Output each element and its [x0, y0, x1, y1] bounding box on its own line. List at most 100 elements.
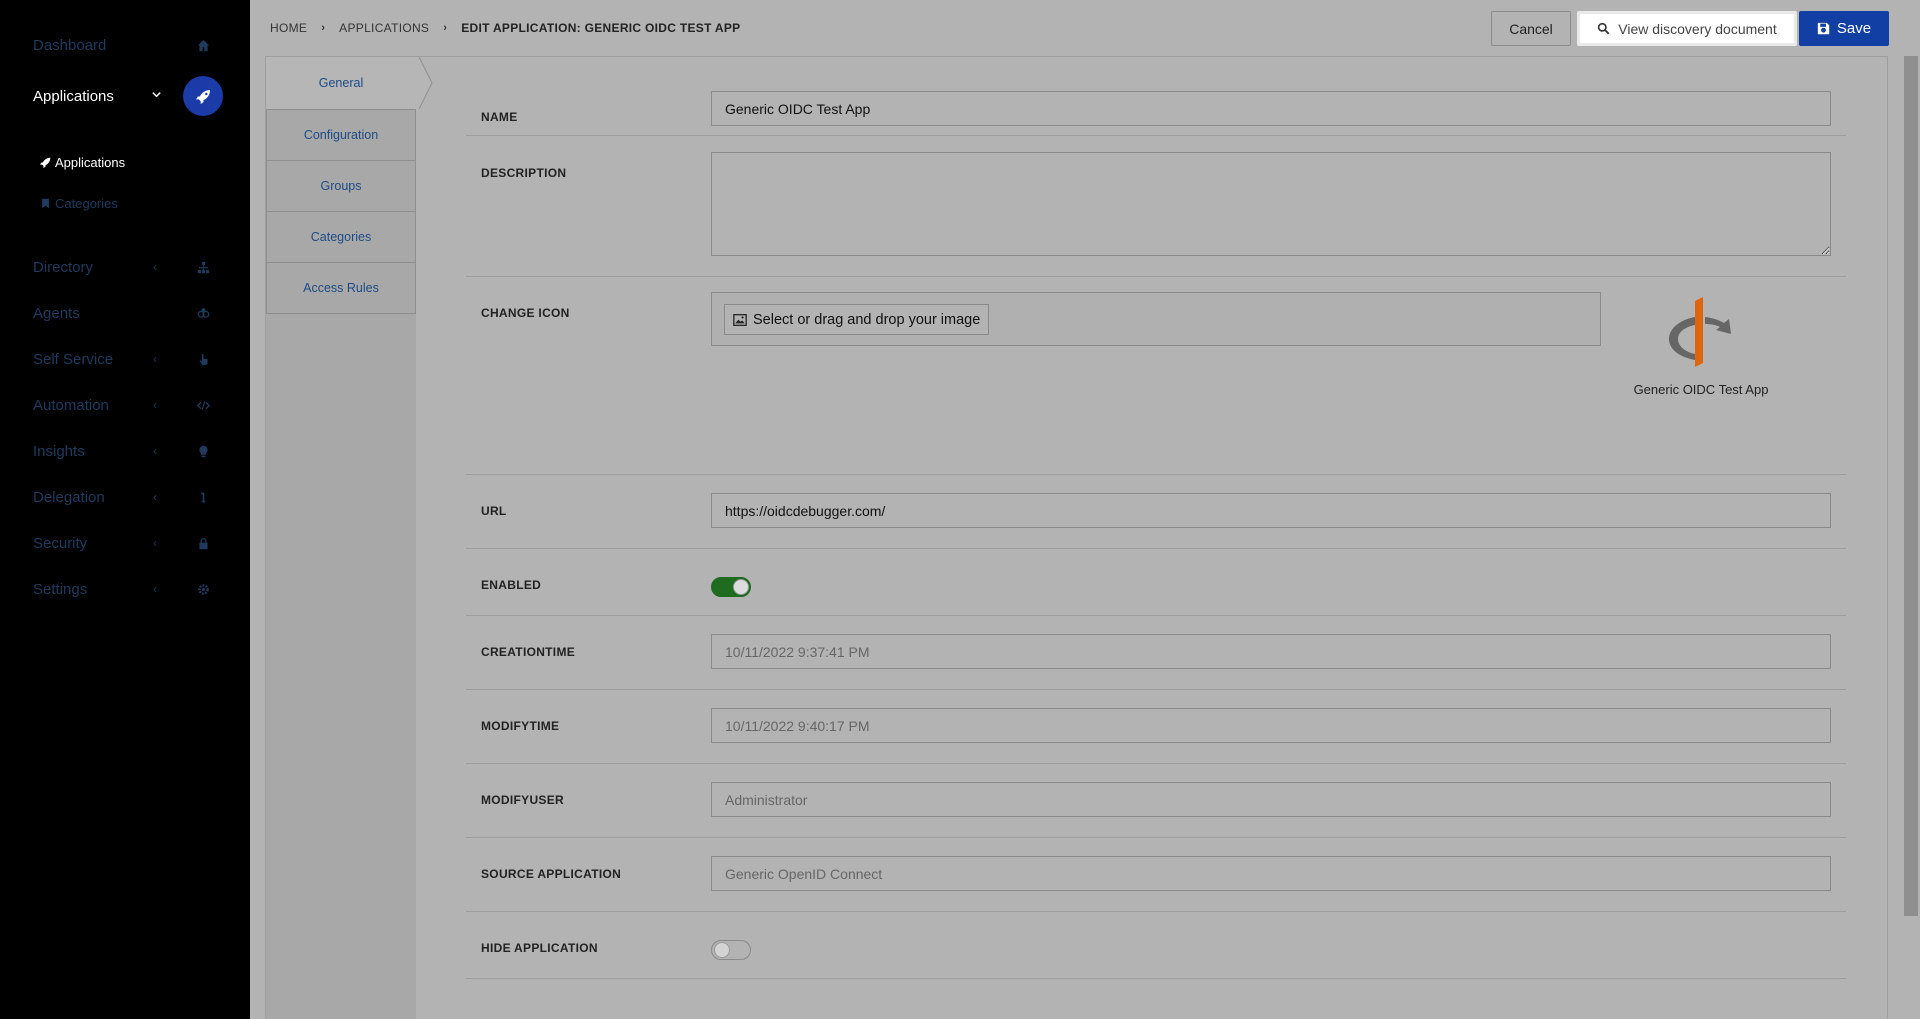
- chevron-right-icon: ›: [443, 22, 448, 34]
- select-image-label: Select or drag and drop your image: [753, 311, 981, 328]
- modifytime-row: MODIFYTIME 10/11/2022 9:40:17 PM: [466, 690, 1846, 764]
- cancel-button[interactable]: Cancel: [1491, 11, 1571, 46]
- sidebar-item-applications[interactable]: Applications: [33, 76, 223, 116]
- sidebar: Dashboard Applications Applications Cate…: [0, 0, 250, 1019]
- sidebar-item-label: Insights: [33, 442, 85, 460]
- save-button-label: Save: [1836, 20, 1872, 37]
- tab-configuration[interactable]: Configuration: [266, 109, 416, 161]
- hide-application-toggle[interactable]: [711, 940, 751, 960]
- chevron-down-icon: [151, 89, 165, 103]
- sidebar-item-agents[interactable]: Agents: [33, 298, 209, 328]
- description-textarea[interactable]: [711, 152, 1831, 256]
- chevron-left-icon: ‹: [153, 536, 157, 550]
- sidebar-item-settings[interactable]: Settings ‹: [33, 574, 209, 604]
- sidebar-subitem-label: Categories: [55, 196, 118, 211]
- tab-general[interactable]: General: [266, 57, 416, 109]
- enabled-label: ENABLED: [481, 578, 542, 592]
- sidebar-subitem-categories[interactable]: Categories: [40, 196, 118, 211]
- hand-pointer-icon: [193, 353, 213, 366]
- sidebar-item-automation[interactable]: Automation ‹: [33, 390, 210, 420]
- edit-panel: General Configuration Groups Categories …: [265, 56, 1888, 1019]
- rocket-icon: [40, 157, 51, 168]
- sidebar-item-label: Security: [33, 534, 88, 552]
- sidebar-subitem-label: Applications: [55, 155, 126, 170]
- modifyuser-row: MODIFYUSER Administrator: [466, 764, 1846, 838]
- save-button[interactable]: Save: [1799, 11, 1889, 46]
- chevron-right-icon: ›: [321, 22, 326, 34]
- code-icon: [193, 399, 213, 412]
- sidebar-item-dashboard[interactable]: Dashboard: [33, 30, 209, 60]
- source-application-label: SOURCE APPLICATION: [481, 867, 622, 881]
- breadcrumb-home[interactable]: HOME: [270, 21, 307, 35]
- creationtime-field: 10/11/2022 9:37:41 PM: [711, 634, 1831, 669]
- description-label: DESCRIPTION: [481, 166, 567, 180]
- change-icon-label: CHANGE ICON: [481, 306, 570, 320]
- tab-access-rules[interactable]: Access Rules: [266, 262, 416, 314]
- url-label: URL: [481, 504, 507, 518]
- modifytime-label: MODIFYTIME: [481, 719, 560, 733]
- breadcrumb: HOME › APPLICATIONS › EDIT APPLICATION: …: [270, 21, 741, 35]
- sidebar-item-label: Delegation: [33, 488, 105, 506]
- sidebar-subitem-applications[interactable]: Applications: [40, 155, 125, 170]
- sidebar-item-security[interactable]: Security ‹: [33, 528, 208, 558]
- url-input[interactable]: https://oidcdebugger.com/: [711, 493, 1831, 528]
- chevron-left-icon: ‹: [153, 352, 157, 366]
- lightbulb-icon: [193, 445, 213, 458]
- home-icon: [193, 39, 213, 52]
- tab-groups[interactable]: Groups: [266, 160, 416, 212]
- icon-preview: Generic OIDC Test App: [1631, 297, 1771, 402]
- hide-application-row: HIDE APPLICATION: [466, 912, 1846, 979]
- tab-categories[interactable]: Categories: [266, 211, 416, 263]
- url-row: URL https://oidcdebugger.com/: [466, 475, 1846, 549]
- enabled-row: ENABLED: [466, 549, 1846, 616]
- agents-icon: [193, 307, 213, 320]
- view-discovery-document-button[interactable]: View discovery document: [1577, 11, 1797, 46]
- rocket-icon: [183, 76, 223, 116]
- sidebar-item-label: Settings: [33, 580, 88, 598]
- sidebar-item-self-service[interactable]: Self Service ‹: [33, 344, 208, 374]
- select-image-button[interactable]: Select or drag and drop your image: [724, 304, 990, 335]
- sidebar-item-label: Automation: [33, 396, 109, 414]
- sidebar-item-label: Agents: [33, 304, 80, 322]
- image-icon: [733, 313, 747, 326]
- cancel-button-label: Cancel: [1509, 20, 1553, 37]
- lock-icon: [193, 537, 213, 550]
- image-dropzone[interactable]: Select or drag and drop your image: [711, 292, 1601, 346]
- modifytime-field: 10/11/2022 9:40:17 PM: [711, 708, 1831, 743]
- sidebar-item-insights[interactable]: Insights ‹: [33, 436, 208, 466]
- name-input[interactable]: Generic OIDC Test App: [711, 91, 1831, 126]
- sidebar-item-label: Directory: [33, 258, 94, 276]
- enabled-toggle[interactable]: [711, 577, 751, 597]
- sidebar-item-delegation[interactable]: Delegation ‹: [33, 482, 206, 512]
- source-application-row: SOURCE APPLICATION Generic OpenID Connec…: [466, 838, 1846, 912]
- sidebar-item-label: Dashboard: [33, 36, 107, 54]
- sidebar-item-directory[interactable]: Directory ‹: [33, 252, 209, 282]
- hide-application-label: HIDE APPLICATION: [481, 941, 598, 955]
- sitemap-icon: [193, 261, 213, 274]
- page-scrollbar[interactable]: [1904, 56, 1918, 916]
- modifyuser-label: MODIFYUSER: [481, 793, 565, 807]
- icon-preview-name: Generic OIDC Test App: [1633, 382, 1769, 397]
- creationtime-row: CREATIONTIME 10/11/2022 9:37:41 PM: [466, 616, 1846, 690]
- name-row: NAME Generic OIDC Test App: [466, 75, 1846, 136]
- chevron-left-icon: ‹: [153, 490, 157, 504]
- chevron-left-icon: ‹: [153, 582, 157, 596]
- floppy-disk-icon: [1817, 22, 1830, 35]
- chevron-left-icon: ‹: [153, 398, 157, 412]
- breadcrumb-current: EDIT APPLICATION: GENERIC OIDC TEST APP: [461, 21, 741, 35]
- sidebar-item-label: Applications: [33, 87, 114, 105]
- breadcrumb-applications[interactable]: APPLICATIONS: [339, 21, 429, 35]
- delegation-icon: [193, 491, 213, 504]
- chevron-left-icon: ‹: [153, 444, 157, 458]
- discovery-button-label: View discovery document: [1618, 20, 1777, 37]
- gear-icon: [193, 583, 213, 596]
- modifyuser-field: Administrator: [711, 782, 1831, 817]
- bookmark-icon: [42, 198, 49, 209]
- top-bar: HOME › APPLICATIONS › EDIT APPLICATION: …: [250, 0, 1920, 56]
- main-content: HOME › APPLICATIONS › EDIT APPLICATION: …: [250, 0, 1920, 1019]
- openid-logo-icon: [1669, 297, 1731, 367]
- sidebar-item-label: Self Service: [33, 350, 114, 368]
- change-icon-row: CHANGE ICON Select or drag and drop your…: [466, 277, 1846, 475]
- description-row: DESCRIPTION: [466, 136, 1846, 277]
- creationtime-label: CREATIONTIME: [481, 645, 576, 659]
